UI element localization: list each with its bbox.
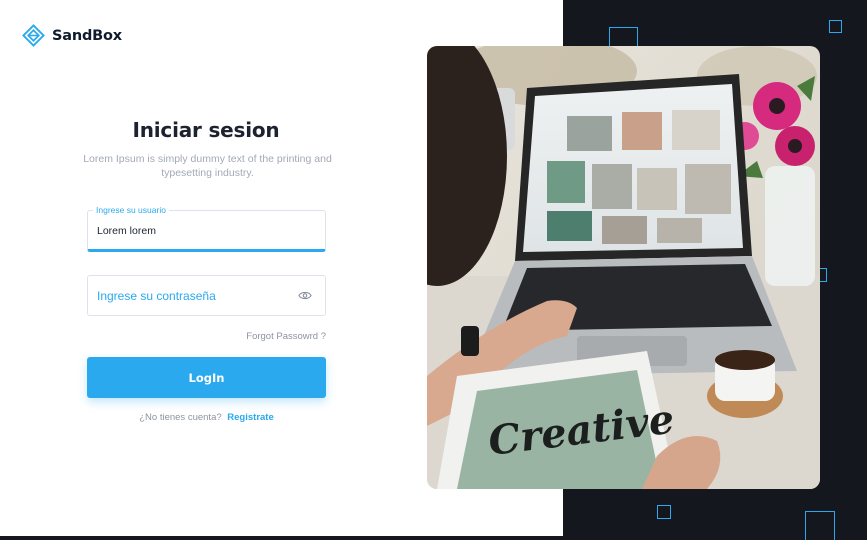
brand-name: SandBox	[52, 27, 122, 44]
username-input[interactable]: Lorem lorem	[97, 225, 156, 237]
signup-prompt: ¿No tienes cuenta?	[139, 412, 222, 423]
signup-link[interactable]: Registrate	[227, 412, 273, 423]
brand-logo[interactable]: SandBox	[22, 24, 122, 47]
eye-icon[interactable]	[298, 290, 312, 301]
page-subtitle: Lorem Ipsum is simply dummy text of the …	[83, 153, 332, 179]
deco-square	[657, 505, 671, 519]
deco-square	[829, 20, 842, 33]
username-field[interactable]: Ingrese su usuario Lorem lorem	[87, 204, 326, 252]
forgot-password-link[interactable]: Forgot Passowrd ?	[200, 331, 326, 342]
box-logo-icon	[22, 24, 45, 47]
hero-photo: Creative	[427, 46, 820, 489]
signup-row: ¿No tienes cuenta? Registrate	[87, 412, 326, 423]
password-field[interactable]: Ingrese su contraseña	[87, 275, 326, 316]
username-label: Ingrese su usuario	[93, 204, 169, 216]
password-input[interactable]: Ingrese su contraseña	[97, 289, 216, 303]
login-button[interactable]: LogIn	[87, 357, 326, 398]
page-title: Iniciar sesion	[132, 118, 280, 142]
deco-square	[805, 511, 835, 540]
bottom-border	[0, 536, 867, 540]
